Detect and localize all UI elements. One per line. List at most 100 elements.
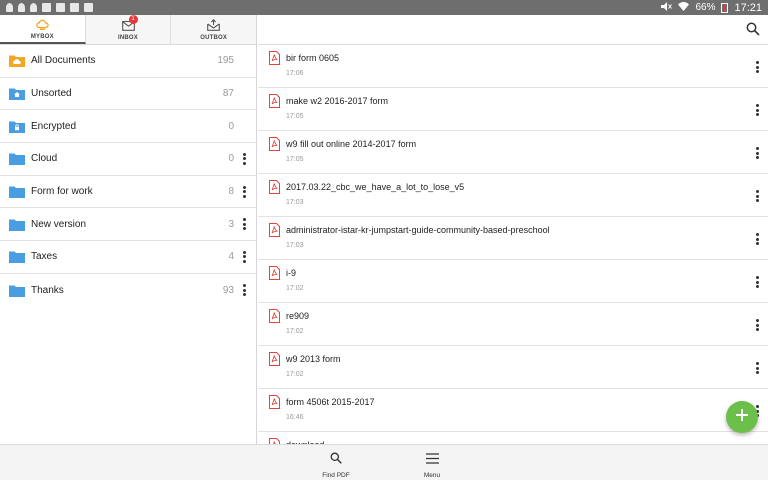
more-options-icon[interactable] [240,283,248,297]
document-name: bir form 0605 [286,53,340,63]
more-options-icon[interactable] [240,250,248,264]
cloud-box-icon [36,18,49,31]
inbox-icon: 1 [121,14,138,32]
document-toolbar [258,15,768,45]
document-row[interactable]: i-9 17:02 [258,260,768,303]
folder-icon [9,151,25,167]
more-options-icon[interactable] [753,103,761,117]
document-name: 2017.03.22_cbc_we_have_a_lot_to_lose_v5 [286,182,465,192]
document-list: bir form 0605 17:06 make w2 2016-2017 fo… [258,45,768,444]
mute-icon [660,1,673,14]
document-row[interactable]: bir form 0605 17:06 [258,45,768,88]
more-options-icon[interactable] [240,152,248,166]
document-time: 17:06 [286,70,304,77]
more-options-icon[interactable] [753,275,761,289]
folder-icon [9,184,25,200]
outbox-icon [207,19,221,32]
tab-inbox-label: INBOX [118,34,139,41]
more-options-icon[interactable] [753,146,761,160]
document-row[interactable]: w9 2013 form 17:02 [258,346,768,389]
mail-icon [42,3,51,12]
document-name: w9 2013 form [286,354,341,364]
pdf-file-icon [269,180,280,194]
pdf-file-icon [269,352,280,366]
folder-item-form-for-work[interactable]: Form for work 8 [0,176,256,209]
document-row[interactable]: form 4506t 2015-2017 16:46 [258,389,768,432]
tab-outbox[interactable]: OUTBOX [171,15,256,44]
folder-count: 3 [228,218,234,230]
document-time: 17:02 [286,285,304,292]
pdf-file-icon [269,309,280,323]
find-pdf-button[interactable]: Find PDF [291,451,381,479]
hamburger-menu-icon [425,451,439,469]
folder-item-new-version[interactable]: New version 3 [0,208,256,242]
pdf-file-icon [269,266,280,280]
folder-count: 0 [228,120,234,132]
add-button[interactable] [726,401,758,433]
folder-item-all-documents[interactable]: All Documents 195 [0,45,256,78]
tab-inbox[interactable]: 1 INBOX [86,14,172,44]
search-icon[interactable] [746,22,760,36]
more-options-icon[interactable] [753,60,761,74]
more-options-icon[interactable] [753,318,761,332]
folder-count: 0 [228,153,234,165]
status-bar: 66% 17:21 [0,0,768,15]
folder-icon [9,282,25,298]
folder-count: 93 [222,284,234,296]
pdf-file-icon [269,395,280,409]
pdf-file-icon [269,94,280,108]
more-options-icon[interactable] [753,361,761,375]
more-options-icon[interactable] [753,189,761,203]
status-time: 17:21 [734,1,762,14]
folder-icon [9,216,25,232]
document-time: 17:05 [286,156,304,163]
folder-name: Encrypted [31,120,77,132]
folder-item-encrypted[interactable]: Encrypted 0 [0,110,256,144]
box-tabs: MYBOX 1 INBOX OUTBOX [0,14,256,45]
document-row[interactable]: administrator-istar-kr-jumpstart-guide-c… [258,217,768,260]
lock-folder-icon [9,118,25,134]
folder-list: All Documents 195 Unsorted 87 Encrypted … [0,45,256,307]
pdf-file-icon [269,51,280,65]
more-options-icon[interactable] [240,217,248,231]
notification-icon [30,3,37,12]
bottom-bar: Find PDF Menu [0,444,768,480]
document-row[interactable]: re909 17:02 [258,303,768,346]
document-name: i-9 [286,268,297,278]
document-row[interactable]: 2017.03.22_cbc_we_have_a_lot_to_lose_v5 … [258,174,768,217]
folder-item-thanks[interactable]: Thanks 93 [0,274,256,307]
wifi-icon [678,1,690,14]
document-panel: bir form 0605 17:06 make w2 2016-2017 fo… [258,15,768,444]
notification-icon [6,3,13,12]
battery-icon [721,2,729,13]
inbox-badge: 1 [128,14,138,24]
tab-mybox[interactable]: MYBOX [0,15,86,44]
find-pdf-label: Find PDF [322,472,350,479]
menu-button[interactable]: Menu [387,451,477,479]
search-icon [330,451,342,469]
document-row[interactable]: download [258,432,768,444]
document-name: administrator-istar-kr-jumpstart-guide-c… [286,225,550,235]
more-options-icon[interactable] [240,185,248,199]
folder-icon [9,249,25,265]
folder-name: Taxes [31,251,58,263]
folder-name: New version [31,218,87,230]
cloud-folder-icon [9,53,25,69]
pdf-file-icon [269,223,280,237]
folder-item-taxes[interactable]: Taxes 4 [0,241,256,274]
folder-item-unsorted[interactable]: Unsorted 87 [0,78,256,111]
document-time: 17:02 [286,328,304,335]
folder-count: 195 [217,55,234,67]
document-row[interactable]: make w2 2016-2017 form 17:05 [258,88,768,131]
send-icon [84,3,93,12]
document-time: 17:02 [286,371,304,378]
more-options-icon[interactable] [753,232,761,246]
document-time: 17:03 [286,242,304,249]
folder-count: 87 [222,88,234,100]
news-icon [56,3,65,12]
document-name: make w2 2016-2017 form [286,96,389,106]
folder-item-cloud[interactable]: Cloud 0 [0,143,256,176]
document-row[interactable]: w9 fill out online 2014-2017 form 17:05 [258,131,768,174]
document-name: re909 [286,311,310,321]
document-time: 17:03 [286,199,304,206]
